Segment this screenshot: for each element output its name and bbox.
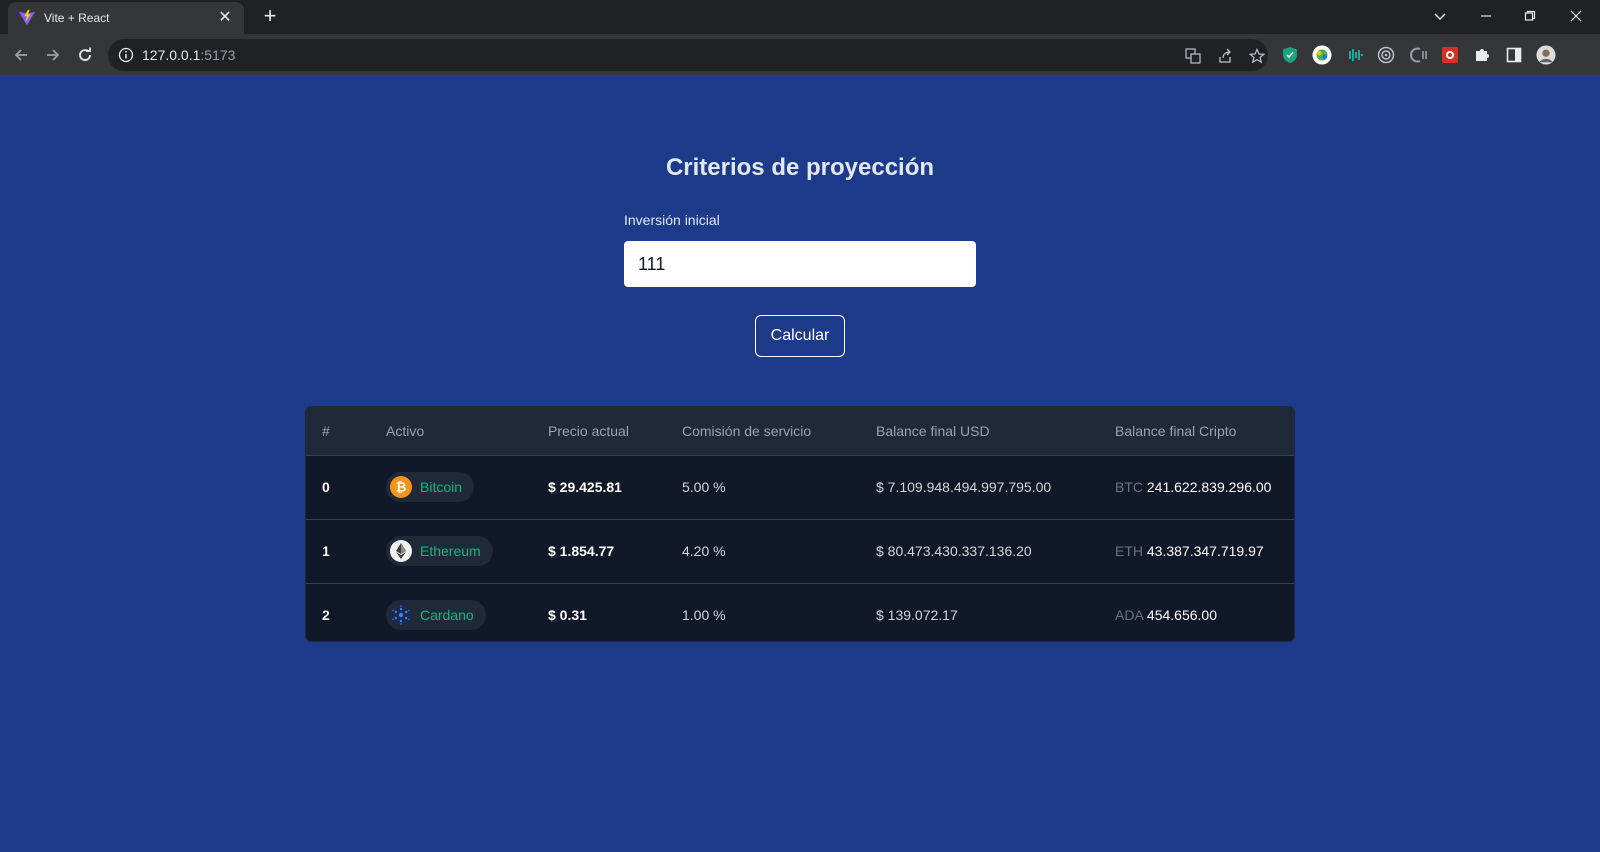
balance-crypto-cell: ETH 43.387.347.719.97	[1099, 519, 1294, 583]
current-price: $ 0.31	[548, 607, 587, 624]
service-fee: 1.00 %	[682, 607, 726, 624]
balance-crypto-cell: ADA 454.656.00	[1099, 583, 1294, 641]
vite-logo-icon	[18, 9, 36, 26]
ethereum-icon	[390, 540, 412, 562]
page-content: Criterios de proyección Inversión inicia…	[0, 76, 1600, 852]
crypto-symbol: ADA	[1115, 607, 1144, 624]
balance-crypto: 454.656.00	[1146, 607, 1217, 624]
cardano-icon	[390, 604, 412, 627]
balance-usd: $ 139.072.17	[876, 607, 958, 624]
service-fee: 5.00 %	[682, 479, 726, 495]
balance-crypto-cell: BTC 241.622.839.296.00	[1099, 455, 1294, 519]
browser-toolbar: 127.0.0.1:5173	[0, 34, 1600, 76]
color-extension-icon[interactable]	[1312, 45, 1332, 65]
service-fee: 4.20 %	[682, 543, 726, 559]
header-price: Precio actual	[548, 422, 629, 439]
asset-name: Bitcoin	[420, 479, 463, 495]
balance-usd: $ 80.473.430.337.136.20	[876, 543, 1032, 559]
bookmark-star-icon[interactable]	[1248, 47, 1266, 65]
crypto-symbol: ETH	[1115, 543, 1143, 559]
row-index: 0	[322, 479, 330, 495]
tab-title: Vite + React	[44, 11, 110, 25]
info-icon[interactable]	[118, 47, 134, 63]
asset-name: Ethereum	[420, 543, 481, 559]
profile-avatar-icon[interactable]	[1536, 45, 1556, 65]
calculate-button[interactable]: Calcular	[755, 315, 845, 357]
row-index: 1	[322, 543, 330, 559]
red-extension-icon[interactable]	[1440, 45, 1460, 65]
reload-icon[interactable]	[71, 41, 99, 69]
header-balance-usd: Balance final USD	[876, 422, 990, 439]
asset-chip[interactable]: Cardano	[386, 600, 486, 631]
url-host: 127.0.0.1	[142, 47, 201, 63]
svg-text:₿: ₿	[396, 480, 407, 495]
table-row: 2 Cardano $ 0.31 1.00 % $ 139.072.17 ADA…	[306, 583, 1294, 641]
back-arrow-icon[interactable]	[7, 41, 35, 69]
header-index: #	[322, 422, 330, 439]
asset-chip[interactable]: ₿ Bitcoin	[386, 472, 475, 502]
share-icon[interactable]	[1216, 47, 1234, 65]
address-bar[interactable]: 127.0.0.1:5173	[108, 39, 1268, 71]
balance-crypto: 241.622.839.296.00	[1146, 479, 1272, 495]
side-panel-icon[interactable]	[1504, 45, 1524, 65]
balance-usd: $ 7.109.948.494.997.795.00	[876, 479, 1052, 495]
crypto-symbol: BTC	[1115, 479, 1143, 495]
asset-name: Cardano	[420, 607, 474, 624]
table-row: 0 ₿ Bitcoin $ 29.425.81 5.00 % $ 7.109.9…	[306, 455, 1294, 519]
forward-arrow-icon[interactable]	[39, 41, 67, 69]
browser-tab[interactable]: Vite + React ✕	[8, 2, 244, 34]
new-tab-icon[interactable]: +	[258, 4, 282, 28]
browser-tab-bar: Vite + React ✕ +	[0, 0, 1600, 34]
shield-extension-icon[interactable]	[1280, 45, 1300, 65]
restore-icon[interactable]	[1510, 2, 1550, 30]
investment-input[interactable]	[624, 241, 976, 287]
waveform-extension-icon[interactable]	[1344, 45, 1364, 65]
projection-table: # Activo Precio actual Comisión de servi…	[305, 406, 1295, 642]
header-fee: Comisión de servicio	[682, 422, 812, 439]
balance-crypto: 43.387.347.719.97	[1146, 543, 1264, 559]
url-port: :5173	[200, 47, 236, 63]
minimize-icon[interactable]	[1466, 2, 1506, 30]
asset-cell: ₿ Bitcoin	[370, 455, 532, 519]
table-row: 1 Ethereum $ 1.854.77 4.20 % $ 80.473.43…	[306, 519, 1294, 583]
asset-cell: Cardano	[370, 583, 532, 641]
tab-search-icon[interactable]	[1420, 2, 1460, 30]
translate-icon[interactable]	[1184, 47, 1202, 65]
current-price: $ 29.425.81	[548, 479, 622, 495]
row-index: 2	[322, 607, 330, 624]
code-extension-icon[interactable]	[1408, 45, 1428, 65]
header-asset: Activo	[386, 422, 425, 439]
asset-chip[interactable]: Ethereum	[386, 536, 493, 566]
tab-close-icon[interactable]: ✕	[216, 9, 234, 27]
target-extension-icon[interactable]	[1376, 45, 1396, 65]
puzzle-extensions-icon[interactable]	[1472, 45, 1492, 65]
current-price: $ 1.854.77	[548, 543, 615, 559]
close-window-icon[interactable]	[1556, 2, 1596, 30]
asset-cell: Ethereum	[370, 519, 532, 583]
bitcoin-icon: ₿	[390, 476, 412, 498]
page-title: Criterios de proyección	[665, 154, 935, 181]
table-header-row: # Activo Precio actual Comisión de servi…	[306, 407, 1294, 455]
header-balance-crypto: Balance final Cripto	[1115, 422, 1237, 439]
investment-label: Inversión inicial	[624, 212, 720, 228]
